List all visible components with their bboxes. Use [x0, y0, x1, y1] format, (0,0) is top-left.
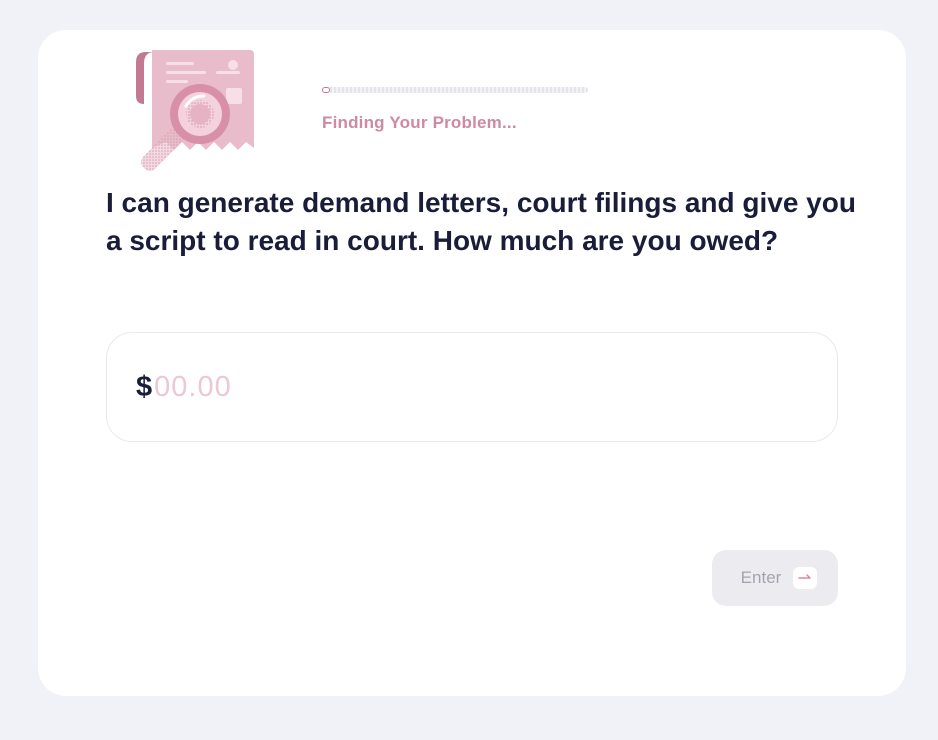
progress-status-text: Finding Your Problem...	[322, 113, 517, 132]
document-magnifier-icon	[134, 48, 258, 176]
question-heading: I can generate demand letters, court fil…	[106, 187, 856, 256]
progress-bar	[322, 87, 588, 93]
question-card: Finding Your Problem... I can generate d…	[38, 30, 906, 696]
progress-bar-fill	[322, 87, 330, 93]
enter-button[interactable]: Enter	[712, 550, 838, 606]
progress-section: Finding Your Problem...	[322, 87, 588, 133]
amount-input[interactable]	[154, 370, 755, 404]
amount-field[interactable]: $	[106, 332, 838, 442]
enter-button-label: Enter	[740, 568, 782, 587]
arrow-right-icon	[793, 567, 818, 589]
currency-symbol: $	[136, 370, 153, 403]
